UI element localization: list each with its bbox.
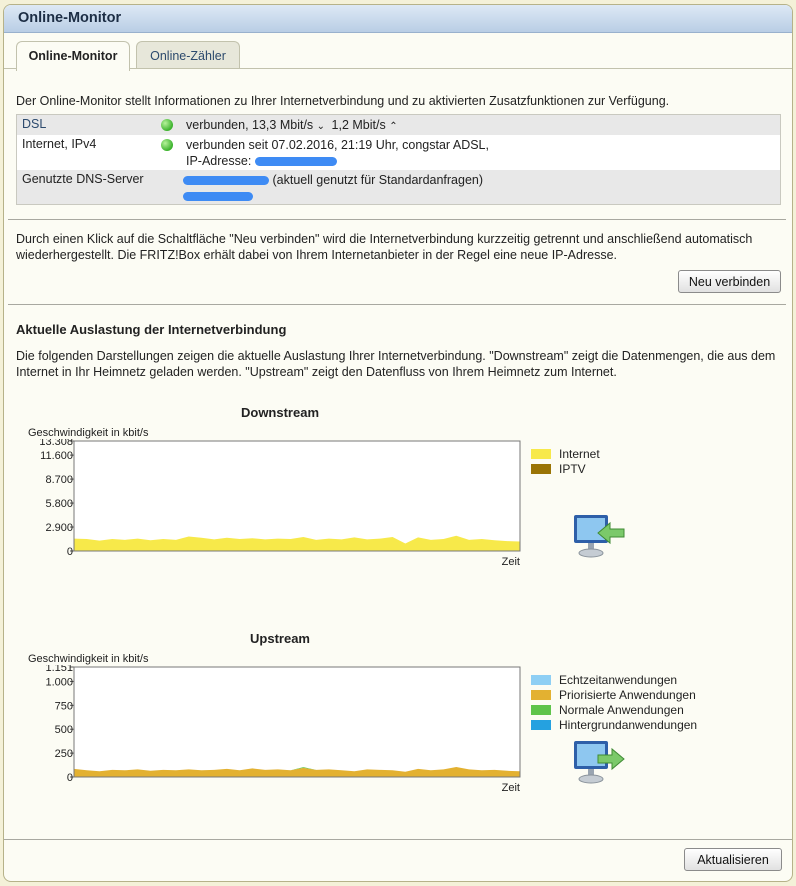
legend-hintergrund: Hintergrundanwendungen <box>531 718 697 732</box>
dsl-state: verbunden, 13,3 Mbit/s ⌄ 1,2 Mbit/s ⌃ <box>186 118 398 132</box>
internet-label: Internet, IPv4 <box>22 137 97 151</box>
y-tick-label: 1.000 <box>45 676 73 688</box>
upstream-title: Upstream <box>250 631 310 646</box>
divider <box>4 839 792 840</box>
y-tick-label: 5.800 <box>45 498 73 510</box>
x-axis-label: Zeit <box>502 782 520 794</box>
legend-swatch <box>531 690 551 700</box>
upstream-chart: 1.151 1.000 750 500 250 0 Zeit <box>45 665 521 794</box>
tab-online-zaehler[interactable]: Online-Zähler <box>136 41 240 69</box>
downstream-ylabel: Geschwindigkeit in kbit/s <box>28 427 149 439</box>
plot-area <box>73 440 521 552</box>
chevron-down-icon: ⌄ <box>316 121 326 132</box>
dns-servers: (aktuell genutzt für Standardanfragen) <box>17 172 483 204</box>
refresh-button[interactable]: Aktualisieren <box>684 848 782 871</box>
legend-swatch <box>531 720 551 730</box>
downstream-chart: 13.308 11.600 8.700 5.800 2.900 0 Zeit <box>39 439 521 568</box>
x-axis-label: Zeit <box>502 556 520 568</box>
dsl-link[interactable]: DSL <box>22 117 46 131</box>
online-monitor-window: Online-Monitor Online-Monitor Online-Zäh… <box>3 4 793 882</box>
y-tick-label: 0 <box>67 546 73 558</box>
redacted-dns-1 <box>183 176 269 186</box>
legend-swatch <box>531 675 551 685</box>
y-tick-label: 1.151 <box>45 665 73 674</box>
status-dot-icon <box>161 119 173 131</box>
tab-online-monitor[interactable]: Online-Monitor <box>16 41 130 71</box>
status-row-dns: Genutzte DNS-Server (aktuell genutzt für… <box>17 170 780 204</box>
divider <box>8 219 786 220</box>
connection-status-table: DSL verbunden, 13,3 Mbit/s ⌄ 1,2 Mbit/s … <box>16 114 781 205</box>
status-dot-icon <box>161 139 173 151</box>
load-text: Die folgenden Darstellungen zeigen die a… <box>16 349 776 379</box>
y-tick-label: 500 <box>55 724 73 736</box>
legend-internet: Internet <box>531 447 600 461</box>
load-heading: Aktuelle Auslastung der Internetverbindu… <box>16 322 287 337</box>
upload-monitor-icon <box>574 741 625 784</box>
reconnect-button[interactable]: Neu verbinden <box>678 270 781 293</box>
download-monitor-icon <box>574 515 625 558</box>
status-row-internet: Internet, IPv4 verbunden seit 07.02.2016… <box>17 135 780 170</box>
redacted-dns-2 <box>183 192 253 202</box>
downstream-title: Downstream <box>240 405 320 420</box>
legend-swatch <box>531 464 551 474</box>
divider <box>8 304 786 305</box>
status-row-dsl: DSL verbunden, 13,3 Mbit/s ⌄ 1,2 Mbit/s … <box>17 115 780 135</box>
chevron-up-icon: ⌃ <box>389 121 398 132</box>
legend-normal: Normale Anwendungen <box>531 703 684 717</box>
legend-priorisiert: Priorisierte Anwendungen <box>531 688 696 702</box>
reconnect-text: Durch einen Klick auf die Schaltfläche "… <box>16 232 753 262</box>
legend-swatch <box>531 705 551 715</box>
plot-area <box>73 666 521 778</box>
y-tick-label: 0 <box>67 772 73 784</box>
y-tick-label: 250 <box>55 748 73 760</box>
redacted-ip <box>254 157 337 167</box>
legend-swatch <box>531 449 551 459</box>
y-tick-label: 750 <box>55 700 73 712</box>
y-tick-label: 13.308 <box>39 439 73 448</box>
internet-state: verbunden seit 07.02.2016, 21:19 Uhr, co… <box>186 138 489 168</box>
intro-text: Der Online-Monitor stellt Informationen … <box>16 94 670 108</box>
main-content: Der Online-Monitor stellt Informationen … <box>4 68 792 838</box>
y-tick-label: 8.700 <box>45 474 73 486</box>
y-tick-label: 11.600 <box>40 450 73 462</box>
legend-echtzeit: Echtzeitanwendungen <box>531 673 677 687</box>
upstream-ylabel: Geschwindigkeit in kbit/s <box>28 653 149 665</box>
window-title: Online-Monitor <box>4 5 792 33</box>
y-tick-label: 2.900 <box>45 522 73 534</box>
legend-iptv: IPTV <box>531 462 586 476</box>
